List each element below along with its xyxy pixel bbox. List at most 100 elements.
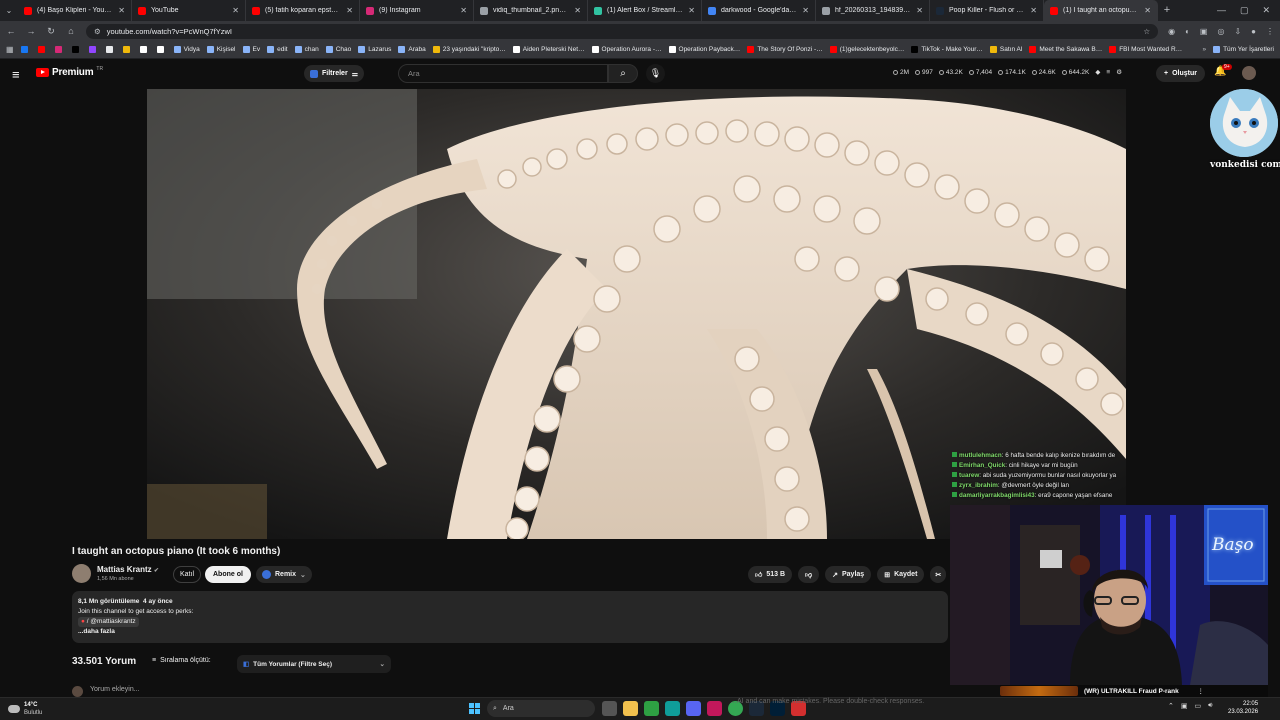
minimize-icon[interactable]: — <box>1217 0 1226 21</box>
site-info-icon[interactable]: ⚙ <box>94 27 101 36</box>
taskbar-search[interactable]: ⌕ Ara <box>487 700 595 717</box>
close-tab-icon[interactable]: ✕ <box>1030 6 1037 15</box>
tab-search-button[interactable]: ⌄ <box>0 0 18 21</box>
hamburger-menu-icon[interactable]: ≡ <box>12 67 20 82</box>
search-input[interactable]: Ara <box>398 64 608 83</box>
bookmark-item[interactable] <box>88 46 99 53</box>
bookmark-item[interactable] <box>122 46 133 53</box>
remix-button[interactable]: Remix ⌄ <box>256 566 312 583</box>
bookmark-item[interactable] <box>71 46 82 53</box>
weather-widget[interactable]: 14°C Bulutlu <box>8 701 42 717</box>
volume-icon[interactable]: 🔊︎ <box>1208 702 1212 710</box>
app-icon[interactable] <box>665 701 680 716</box>
close-tab-icon[interactable]: ✕ <box>346 6 353 15</box>
maximize-icon[interactable]: ▢ <box>1240 0 1249 21</box>
close-tab-icon[interactable]: ✕ <box>460 6 467 15</box>
extension-icon[interactable]: ◐ <box>1185 27 1190 36</box>
clock[interactable]: 22:05 23.03.2026 <box>1228 700 1258 716</box>
extension-icon[interactable]: ◉ <box>1168 27 1175 36</box>
close-tab-icon[interactable]: ✕ <box>118 6 125 15</box>
browser-tab[interactable]: Poop Killer - Flush or Die Steam ✕ <box>930 0 1044 21</box>
channel-handle-link[interactable]: ● / @mattiaskrantz <box>78 617 139 627</box>
bookmark-item[interactable]: (1)gelecektenbeyolc… <box>829 46 904 53</box>
comment-input[interactable]: Yorum ekleyin... <box>90 686 140 693</box>
app-icon[interactable] <box>644 701 659 716</box>
bookmark-item[interactable]: Aiden Pleterski Net… <box>512 46 585 53</box>
app-icon[interactable] <box>707 701 722 716</box>
close-tab-icon[interactable]: ✕ <box>1144 6 1151 15</box>
file-explorer-icon[interactable] <box>623 701 638 716</box>
close-tab-icon[interactable]: ✕ <box>916 6 923 15</box>
browser-tab[interactable]: YouTube ✕ <box>132 0 246 21</box>
address-bar[interactable]: ⚙ youtube.com/watch?v=PcWnQ7fYzwI ☆ <box>86 23 1159 39</box>
bookmark-item[interactable]: FBI Most Wanted R… <box>1109 46 1182 53</box>
youtube-logo[interactable]: Premium TR <box>36 66 103 78</box>
video-description[interactable]: 8,1 Mn görüntüleme 4 ay önce Join this c… <box>72 591 948 643</box>
new-tab-button[interactable]: + <box>1158 0 1176 21</box>
browser-tab[interactable]: vidiq_thumbnail_2.png (1280×… ✕ <box>474 0 588 21</box>
browser-tab[interactable]: (1) Alert Box / Streamlabs ✕ <box>588 0 702 21</box>
home-icon[interactable]: ⌂ <box>66 26 76 36</box>
browser-tab[interactable]: hf_20260313_194839_41e0a9… ✕ <box>816 0 930 21</box>
close-tab-icon[interactable]: ✕ <box>574 6 581 15</box>
join-button[interactable]: Katıl <box>173 566 202 583</box>
voice-search-button[interactable]: 🎙 <box>646 64 665 83</box>
comment-filter-select[interactable]: ◧ Tüm Yorumlar (Filtre Seç) ⌄ <box>237 655 391 673</box>
bookmark-item[interactable]: Operation Payback… <box>668 46 740 53</box>
all-bookmarks[interactable]: Tüm Yer İşaretleri <box>1213 46 1274 53</box>
start-button[interactable] <box>469 703 480 714</box>
show-more-link[interactable]: ...daha fazla <box>78 627 942 637</box>
close-tab-icon[interactable]: ✕ <box>232 6 239 15</box>
browser-tab[interactable]: (5) fatih koparan epstein adası ✕ <box>246 0 360 21</box>
menu-icon[interactable]: ⋮ <box>1266 27 1274 36</box>
browser-tab[interactable]: (4) Başo Klipleri - YouTube ✕ <box>18 0 132 21</box>
bookmark-item[interactable] <box>156 46 167 53</box>
tray-app-icon[interactable]: ▣ <box>1181 702 1188 710</box>
share-button[interactable]: ↗ Paylaş <box>825 566 872 583</box>
bookmark-item[interactable]: Araba <box>398 46 426 53</box>
bookmark-item[interactable] <box>105 46 116 53</box>
bookmark-item[interactable]: Ev <box>242 46 260 53</box>
discord-icon[interactable] <box>686 701 701 716</box>
search-button[interactable]: ⌕ <box>608 64 638 83</box>
close-window-icon[interactable]: ✕ <box>1262 0 1270 21</box>
more-bookmarks-icon[interactable]: » <box>1202 46 1206 53</box>
close-tab-icon[interactable]: ✕ <box>688 6 695 15</box>
bookmark-item[interactable]: 23 yaşındaki "kripto… <box>432 46 506 53</box>
list-icon[interactable]: ≡ <box>1106 69 1110 76</box>
downloads-icon[interactable]: ⇩ <box>1234 27 1241 36</box>
account-avatar[interactable] <box>1242 66 1256 80</box>
browser-tab[interactable]: darkwood - Google'da Ara ✕ <box>702 0 816 21</box>
clip-button[interactable]: ✂ <box>930 566 947 583</box>
subscribe-button[interactable]: Abone ol <box>205 566 251 583</box>
browser-tab[interactable]: (9) Instagram ✕ <box>360 0 474 21</box>
bookmark-item[interactable] <box>37 46 48 53</box>
bookmark-item[interactable]: Vidya <box>173 46 200 53</box>
sort-button[interactable]: ≡ Sıralama ölçütü: <box>152 657 211 664</box>
extension-icon[interactable]: ▣ <box>1200 27 1208 36</box>
create-button[interactable]: + Oluştur <box>1156 65 1205 82</box>
task-view-icon[interactable] <box>602 701 617 716</box>
tray-chevron-icon[interactable]: ⌃ <box>1168 702 1174 710</box>
bookmark-item[interactable]: edit <box>267 46 288 53</box>
bookmark-item[interactable]: Kişisel <box>206 46 236 53</box>
forward-icon[interactable]: → <box>26 26 36 36</box>
bookmark-item[interactable] <box>54 46 65 53</box>
apps-icon[interactable]: ▦ <box>6 45 14 54</box>
close-tab-icon[interactable]: ✕ <box>802 6 809 15</box>
bookmark-item[interactable] <box>139 46 150 53</box>
extension-icon[interactable]: ◎ <box>1217 27 1224 36</box>
bookmark-item[interactable]: chan <box>294 46 319 53</box>
reload-icon[interactable]: ↻ <box>46 26 56 37</box>
settings-icon[interactable]: ⚙ <box>1116 68 1122 76</box>
bookmark-item[interactable]: Operation Aurora -… <box>591 46 662 53</box>
like-button[interactable]: 👍︎ 513 B <box>748 566 793 583</box>
extension-blue-icon[interactable]: ◆ <box>1095 68 1100 76</box>
bookmark-item[interactable] <box>20 46 31 53</box>
browser-tab[interactable]: (1) I taught an octopus piano ✕ <box>1044 0 1158 21</box>
more-icon[interactable]: ⋮ <box>1198 687 1269 695</box>
save-button[interactable]: ⊞ Kaydet <box>877 566 925 583</box>
bookmark-item[interactable]: The Story Of Ponzi -… <box>747 46 823 53</box>
network-icon[interactable]: ▭ <box>1195 702 1202 710</box>
bookmark-item[interactable]: TikTok - Make Your… <box>911 46 983 53</box>
